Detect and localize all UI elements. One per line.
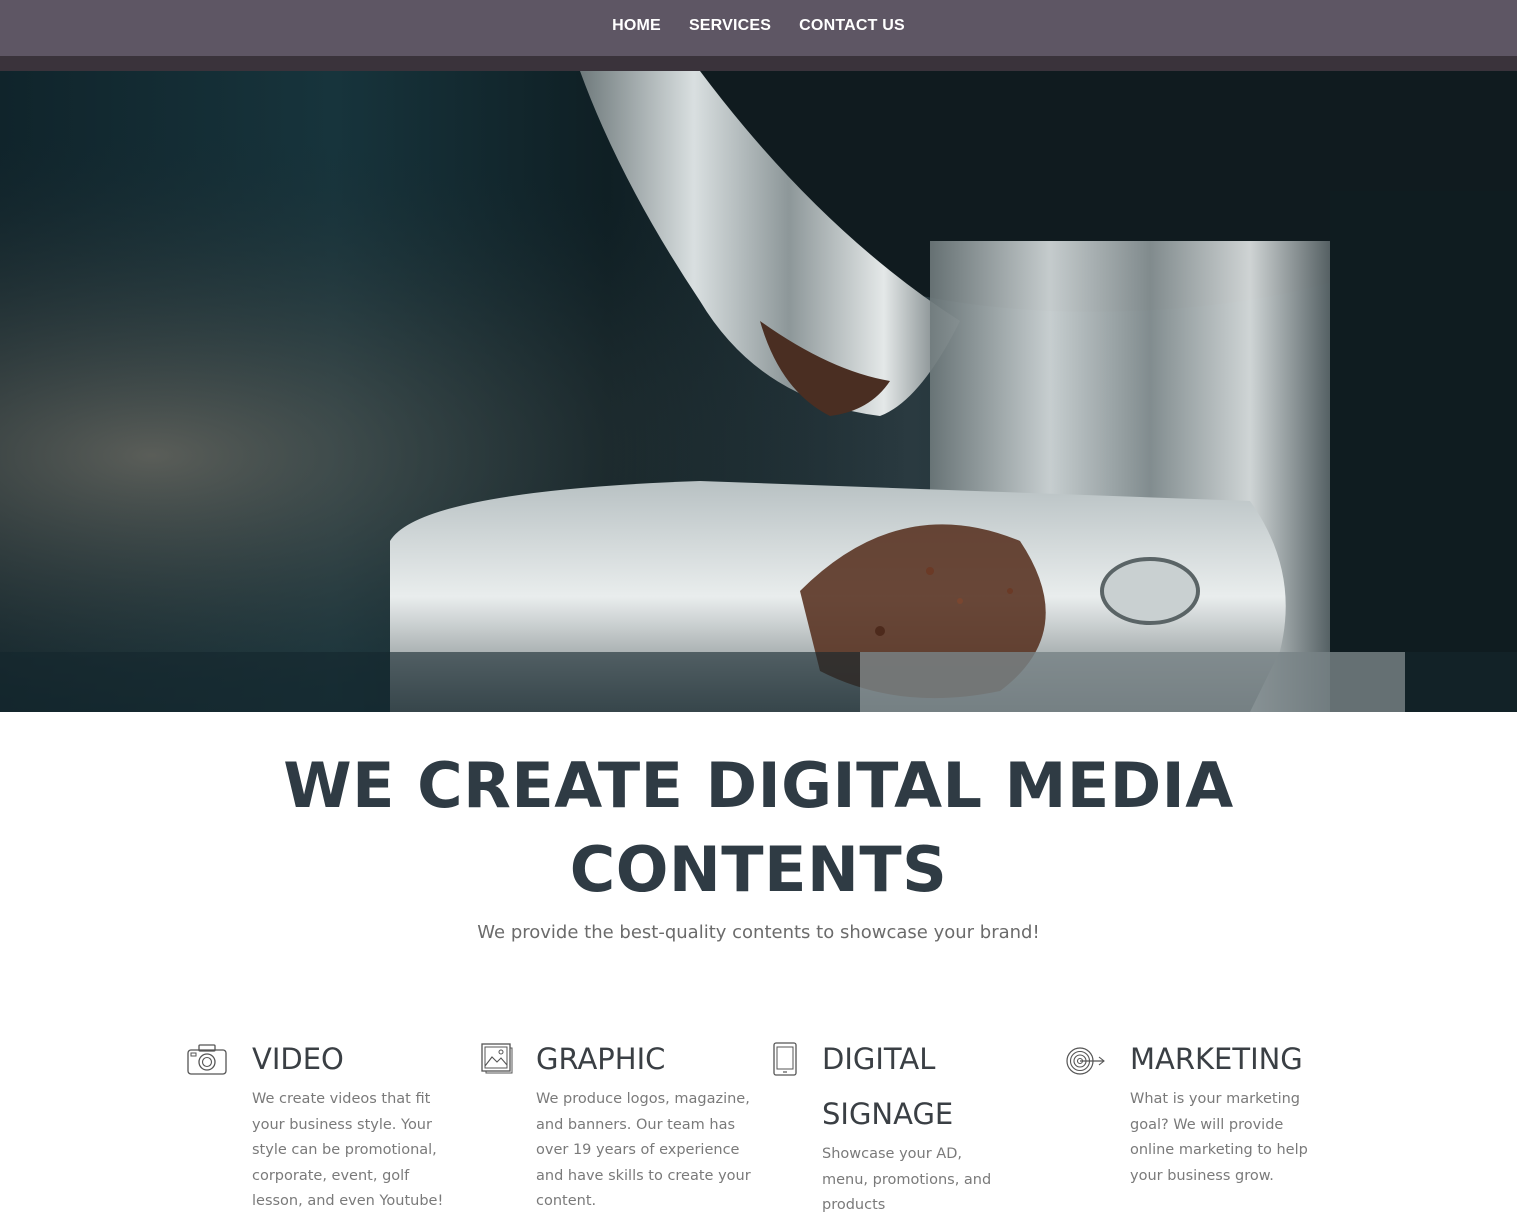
image-icon bbox=[481, 1043, 513, 1074]
nav-services-link[interactable]: SERVICES bbox=[689, 17, 771, 39]
service-title: VIDEO bbox=[252, 1042, 344, 1076]
headline-line-2: CONTENTS bbox=[569, 833, 948, 906]
headline-line-1: WE CREATE DIGITAL MEDIA bbox=[283, 749, 1234, 822]
main-headline: WE CREATE DIGITAL MEDIA CONTENTS bbox=[0, 744, 1517, 912]
top-navigation: HOME SERVICES CONTACT US bbox=[0, 0, 1517, 56]
service-title: DIGITAL SIGNAGE bbox=[822, 1042, 954, 1131]
target-icon bbox=[1066, 1047, 1105, 1075]
service-description: We produce logos, magazine, and banners.… bbox=[536, 1091, 751, 1209]
headline-subtitle: We provide the best-quality contents to … bbox=[477, 922, 1040, 943]
hero-image bbox=[0, 71, 1517, 712]
service-description: Showcase your AD, menu, promotions, and … bbox=[822, 1146, 992, 1213]
tablet-icon bbox=[773, 1042, 797, 1076]
service-description: What is your marketing goal? We will pro… bbox=[1130, 1091, 1308, 1184]
nav-underline-strip bbox=[0, 56, 1517, 71]
service-title: MARKETING bbox=[1130, 1042, 1303, 1076]
nav-home-link[interactable]: HOME bbox=[612, 17, 661, 39]
nav-contact-link[interactable]: CONTACT US bbox=[799, 17, 905, 39]
camera-icon bbox=[187, 1044, 227, 1075]
service-title: GRAPHIC bbox=[536, 1042, 666, 1076]
coffee-grinder-photo bbox=[0, 71, 1517, 712]
service-description: We create videos that fit your business … bbox=[252, 1091, 444, 1209]
